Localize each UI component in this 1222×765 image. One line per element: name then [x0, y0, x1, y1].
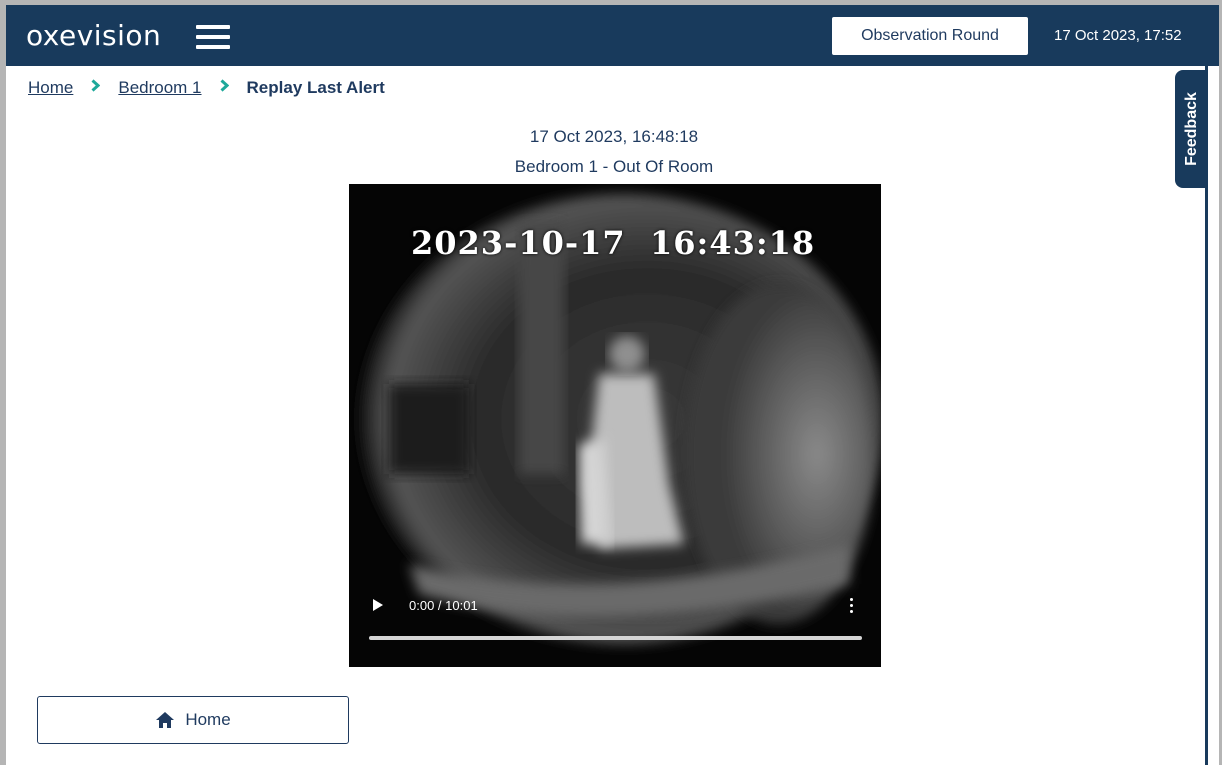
observation-round-button[interactable]: Observation Round	[832, 17, 1028, 55]
feedback-label: Feedback	[1182, 92, 1200, 166]
chevron-right-icon	[220, 79, 229, 97]
more-vert-icon[interactable]	[844, 594, 860, 616]
video-progress-bar[interactable]	[369, 636, 862, 640]
current-datetime: 17 Oct 2023, 17:52	[1054, 27, 1182, 44]
app-frame: oxevision Observation Round 17 Oct 2023,…	[6, 5, 1219, 765]
feedback-tab[interactable]: Feedback	[1175, 70, 1208, 188]
breadcrumb-bedroom-link[interactable]: Bedroom 1	[118, 78, 201, 98]
alert-video-player[interactable]: 2023-10-17 16:43:18 0:00 / 10:01	[349, 184, 881, 667]
video-time-display: 0:00 / 10:01	[409, 598, 478, 613]
hamburger-menu-icon[interactable]	[196, 25, 230, 49]
alert-datetime: 17 Oct 2023, 16:48:18	[529, 127, 699, 146]
alert-title: Bedroom 1 - Out Of Room	[514, 157, 714, 176]
breadcrumb-current-page: Replay Last Alert	[246, 78, 385, 97]
chevron-right-icon	[91, 79, 101, 97]
home-icon	[156, 712, 175, 728]
oxevision-logo[interactable]: oxevision	[26, 19, 161, 52]
breadcrumb: Home Bedroom 1 Replay Last Alert	[28, 78, 385, 98]
top-navbar: oxevision Observation Round 17 Oct 2023,…	[6, 5, 1219, 66]
video-timestamp-overlay: 2023-10-17 16:43:18	[411, 224, 816, 262]
play-icon[interactable]	[371, 597, 387, 615]
home-button-label: Home	[185, 710, 231, 729]
home-button[interactable]: Home	[37, 696, 349, 744]
breadcrumb-home-link[interactable]: Home	[28, 78, 73, 98]
